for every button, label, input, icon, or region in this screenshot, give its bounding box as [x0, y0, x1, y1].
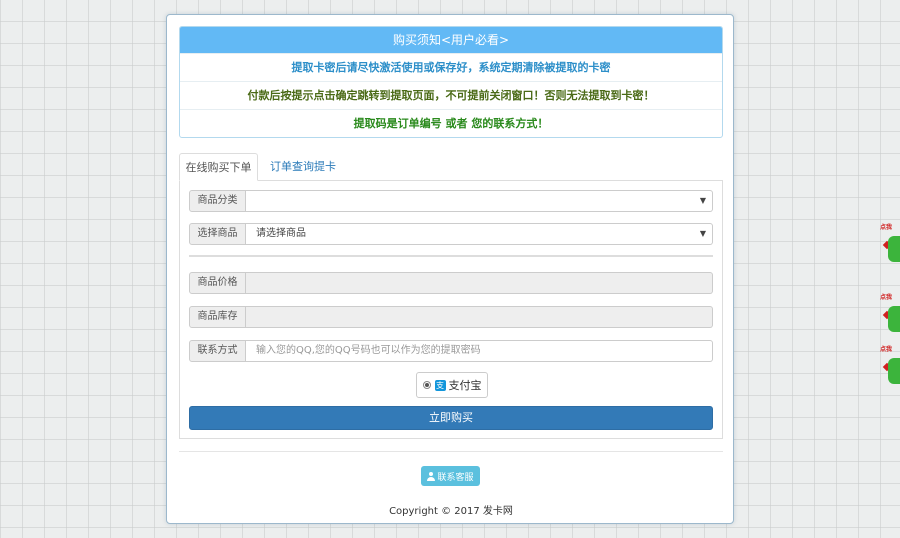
- product-label: 选择商品: [189, 223, 246, 245]
- category-label: 商品分类: [189, 190, 246, 212]
- contact-support-label: 联系客服: [437, 472, 474, 483]
- green-leaf-icon: [888, 358, 900, 384]
- form-divider: [189, 255, 713, 257]
- side-tag: 点我: [880, 224, 893, 231]
- purchase-notice: 购买须知<用户必看> 提取卡密后请尽快激活使用或保存好，系统定期清除被提取的卡密…: [179, 26, 723, 138]
- payment-option-alipay[interactable]: 支 支付宝: [416, 372, 488, 398]
- green-leaf-icon: [888, 236, 900, 262]
- contact-label: 联系方式: [189, 340, 246, 362]
- chevron-down-icon: ▼: [699, 196, 706, 205]
- chevron-down-icon: ▼: [699, 229, 706, 238]
- stock-row: 商品库存: [189, 306, 713, 328]
- notice-line-1: 提取卡密后请尽快激活使用或保存好，系统定期清除被提取的卡密: [180, 53, 722, 81]
- notice-line-2: 付款后按提示点击确定跳转到提取页面，不可提前关闭窗口！否则无法提取到卡密！: [180, 81, 722, 109]
- copyright: Copyright © 2017 发卡网: [389, 506, 513, 517]
- product-select[interactable]: 请选择商品 ▼: [246, 223, 713, 245]
- payment-label: 支付宝: [448, 379, 482, 392]
- side-float-widget[interactable]: 点我: [880, 222, 900, 266]
- buy-now-button[interactable]: 立即购买: [189, 406, 713, 430]
- contact-input[interactable]: 输入您的QQ,您的QQ号码也可以作为您的提取密码: [246, 340, 713, 362]
- user-icon: [427, 471, 436, 481]
- main-panel: 购买须知<用户必看> 提取卡密后请尽快激活使用或保存好，系统定期清除被提取的卡密…: [166, 14, 734, 524]
- footer-divider: [179, 451, 723, 452]
- contact-placeholder: 输入您的QQ,您的QQ号码也可以作为您的提取密码: [256, 345, 481, 356]
- price-row: 商品价格: [189, 272, 713, 294]
- side-float-widget[interactable]: 点我: [880, 292, 900, 336]
- category-select[interactable]: ▼: [246, 190, 713, 212]
- contact-support-button[interactable]: 联系客服: [421, 466, 480, 486]
- notice-line-3: 提取码是订单编号 或者 您的联系方式！: [180, 109, 722, 137]
- price-field: [246, 272, 713, 294]
- tab-bar: 在线购买下单 订单查询提卡: [179, 153, 723, 181]
- notice-title: 购买须知<用户必看>: [180, 27, 722, 53]
- side-tag: 点我: [880, 346, 893, 353]
- tab-order-query[interactable]: 订单查询提卡: [270, 153, 336, 181]
- stock-label: 商品库存: [189, 306, 246, 328]
- side-float-widget[interactable]: 点我: [880, 344, 900, 388]
- category-row: 商品分类 ▼: [189, 190, 713, 212]
- product-row: 选择商品 请选择商品 ▼: [189, 223, 713, 245]
- side-tag: 点我: [880, 294, 893, 301]
- contact-row: 联系方式 输入您的QQ,您的QQ号码也可以作为您的提取密码: [189, 340, 713, 362]
- alipay-icon: 支: [434, 379, 446, 391]
- product-value: 请选择商品: [256, 228, 306, 239]
- stock-field: [246, 306, 713, 328]
- tab-online-order[interactable]: 在线购买下单: [179, 153, 258, 181]
- price-label: 商品价格: [189, 272, 246, 294]
- radio-selected-icon[interactable]: [422, 381, 431, 389]
- green-leaf-icon: [888, 306, 900, 332]
- order-form: 商品分类 ▼ 选择商品 请选择商品 ▼ 商品价格 商品库存 联系方式 输入您的Q…: [179, 181, 723, 439]
